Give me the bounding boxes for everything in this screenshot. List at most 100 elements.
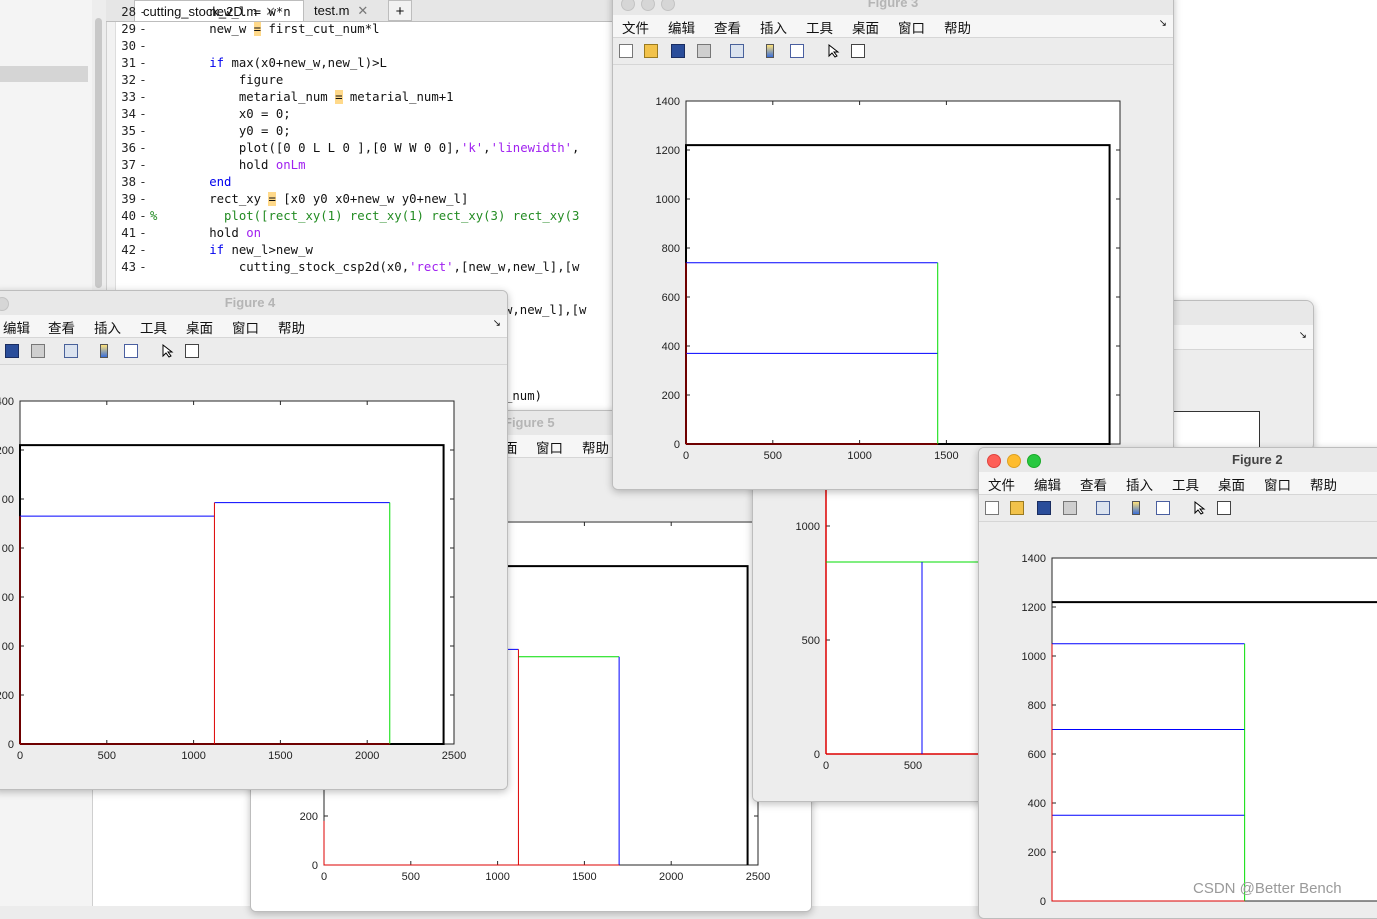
code-token: x0 = 0;: [150, 107, 291, 121]
code-line[interactable]: 31- if max(x0+new_w,new_l)>L: [116, 55, 387, 72]
y-tick-label: 200: [300, 811, 318, 823]
code-token: cutting_stock_csp2d(x0,: [150, 260, 410, 274]
dock-icon[interactable]: ↘: [1299, 330, 1307, 341]
breakpoint-marker[interactable]: -: [136, 259, 150, 276]
figure-4-window[interactable]: Figure 4 编辑 查看 插入 工具 桌面 窗口 帮助 ↘ 02000000…: [0, 290, 508, 790]
code-token: hold: [150, 158, 276, 172]
y-tick-label: 200: [662, 390, 680, 402]
line-number: 28: [121, 5, 136, 19]
x-tick-label: 0: [321, 871, 327, 883]
line-number: 38: [121, 175, 136, 189]
line-number: 40: [121, 209, 136, 223]
axes-box: [685, 100, 1121, 445]
y-tick-label: 1000: [1022, 651, 1046, 663]
breakpoint-marker[interactable]: -: [136, 242, 150, 259]
y-tick-label: 400: [662, 341, 680, 353]
code-line[interactable]: 40-% plot([rect_xy(1) rect_xy(1) rect_xy…: [116, 208, 579, 225]
breakpoint-marker[interactable]: -: [136, 4, 150, 21]
breakpoint-marker[interactable]: -: [136, 157, 150, 174]
figure-3-axes[interactable]: 0 200 400 600 800 1000 1200 1400 0 500 1000 1500: [613, 0, 1173, 489]
code-token: ,: [483, 141, 491, 155]
breakpoint-marker[interactable]: -: [136, 123, 150, 140]
figure-4-axes[interactable]: 0 200 00 00 00 00 200 400 0 500 1000 1500 2000 2500: [0, 291, 507, 789]
code-line[interactable]: 34- x0 = 0;: [116, 106, 291, 123]
breakpoint-marker[interactable]: -: [136, 225, 150, 242]
line-number: 43: [121, 260, 136, 274]
y-tick-label: 0: [312, 860, 318, 872]
line-number: 39: [121, 192, 136, 206]
code-token: =: [268, 192, 276, 206]
code-token: new_w: [150, 22, 254, 36]
code-line[interactable]: 28- new_l = w*n: [116, 4, 290, 21]
line-number: 31: [121, 56, 136, 70]
file-list-selected-row[interactable]: [0, 66, 88, 82]
code-line[interactable]: 32- figure: [116, 72, 283, 89]
code-token: 'linewidth': [490, 141, 573, 155]
y-tick-label: 200: [0, 690, 14, 702]
x-tick-label: 2000: [355, 750, 379, 762]
code-token: end: [150, 175, 232, 189]
new-tab-button[interactable]: +: [388, 0, 412, 21]
line-number: 36: [121, 141, 136, 155]
line-number: 33: [121, 90, 136, 104]
figure-mid-axes[interactable]: 0 500 1000 0 500: [753, 441, 983, 801]
code-line[interactable]: 33- metarial_num = metarial_num+1: [116, 89, 454, 106]
code-fragment: w,new_l],[w: [505, 303, 587, 317]
code-line[interactable]: 42- if new_l>new_w: [116, 242, 313, 259]
y-tick-label: 600: [1028, 749, 1046, 761]
code-line[interactable]: 29- new_w = first_cut_num*l: [116, 21, 380, 38]
code-token: if: [150, 56, 232, 70]
code-line[interactable]: 36- plot([0 0 L L 0 ],[0 W W 0 0],'k','l…: [116, 140, 579, 157]
code-token: figure: [150, 73, 284, 87]
breakpoint-marker[interactable]: -: [136, 89, 150, 106]
x-tick-label: 0: [823, 760, 829, 772]
y-tick-label: 400: [0, 396, 14, 408]
code-line[interactable]: 39- rect_xy = [x0 y0 x0+new_w y0+new_l]: [116, 191, 468, 208]
code-line[interactable]: 38- end: [116, 174, 231, 191]
breakpoint-marker[interactable]: -: [136, 191, 150, 208]
x-tick-label: 500: [402, 871, 420, 883]
figure-3-window[interactable]: Figure 3 文件 编辑 查看 插入 工具 桌面 窗口 帮助 ↘ 0 200 4…: [612, 0, 1174, 490]
y-tick-label: 1200: [1022, 602, 1046, 614]
y-tick-label: 00: [2, 494, 14, 506]
x-tick-label: 1000: [181, 750, 205, 762]
figure-mid-window[interactable]: 0 500 1000 0 500: [752, 440, 984, 802]
tab-test[interactable]: test.m ✕: [306, 0, 386, 21]
close-tab-icon[interactable]: ✕: [357, 3, 368, 18]
code-line[interactable]: 37- hold onLm: [116, 157, 305, 174]
breakpoint-marker[interactable]: -: [136, 106, 150, 123]
breakpoint-marker[interactable]: -: [136, 140, 150, 157]
breakpoint-marker[interactable]: -: [136, 72, 150, 89]
code-line[interactable]: 30-: [116, 38, 150, 55]
x-tick-label: 2500: [746, 871, 770, 883]
line-number: 34: [121, 107, 136, 121]
breakpoint-marker[interactable]: -: [136, 208, 150, 225]
x-tick-label: 1500: [572, 871, 596, 883]
code-line[interactable]: 35- y0 = 0;: [116, 123, 290, 140]
code-token: =: [335, 90, 343, 104]
code-token: rect_xy: [150, 192, 269, 206]
breakpoint-marker[interactable]: -: [136, 174, 150, 191]
breakpoint-marker[interactable]: -: [136, 21, 150, 38]
figure-2-window[interactable]: Figure 2 文件 编辑 查看 插入 工具 桌面 窗口 帮助 0 200 400…: [978, 447, 1377, 919]
y-tick-label: 00: [2, 592, 14, 604]
code-token: ,: [572, 141, 580, 155]
y-tick-label: 0: [8, 739, 14, 751]
x-tick-label: 500: [98, 750, 116, 762]
line-number: 30: [121, 39, 136, 53]
vertical-scrollbar[interactable]: [92, 0, 107, 290]
code-token: metarial_num: [150, 90, 336, 104]
code-token: max(x0+new_w,new_l)>L: [231, 56, 387, 70]
y-tick-label: 200: [1028, 847, 1046, 859]
breakpoint-marker[interactable]: -: [136, 55, 150, 72]
code-line[interactable]: 43- cutting_stock_csp2d(x0,'rect',[new_w…: [116, 259, 579, 276]
x-tick-label: 0: [17, 750, 23, 762]
code-token: new_l>new_w: [231, 243, 313, 257]
code-token: metarial_num+1: [342, 90, 454, 104]
figure-2-axes[interactable]: 0 200 400 600 800 1000 1200 1400: [979, 448, 1377, 918]
breakpoint-marker[interactable]: -: [136, 38, 150, 55]
code-line[interactable]: 41- hold on: [116, 225, 261, 242]
y-tick-label: 400: [1028, 798, 1046, 810]
x-tick-label: 1500: [934, 450, 958, 462]
y-tick-label: 0: [1040, 896, 1046, 908]
